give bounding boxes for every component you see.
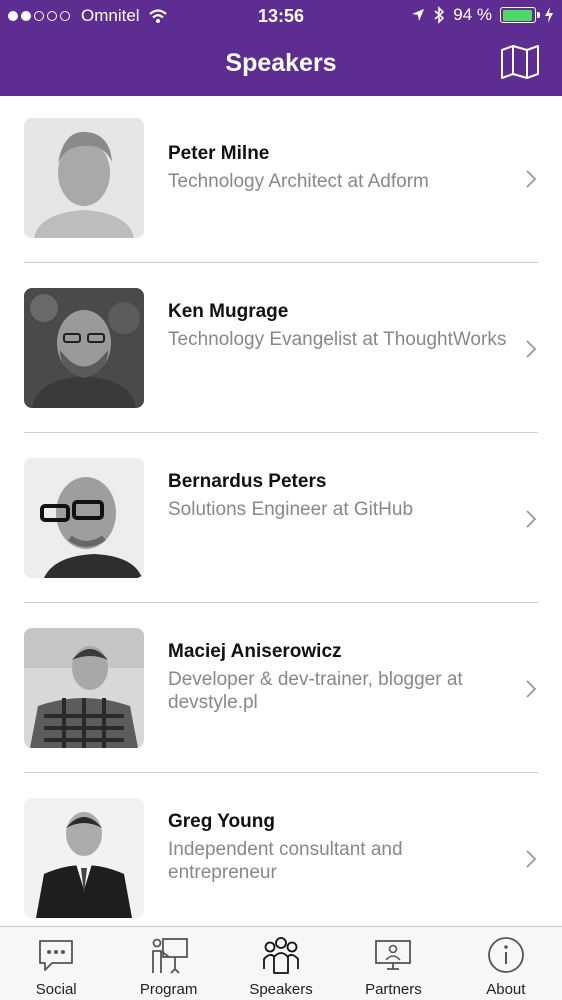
speaker-photo <box>24 288 144 408</box>
speaker-name: Maciej Aniserowicz <box>168 641 342 662</box>
row-divider <box>24 432 538 433</box>
chevron-right-icon <box>526 850 537 868</box>
tab-label: Program <box>139 981 198 998</box>
speaker-row[interactable]: Peter Milne Technology Architect at Adfo… <box>0 96 562 266</box>
tab-label: Partners <box>365 981 422 998</box>
row-divider <box>24 262 538 263</box>
speaker-role: Solutions Engineer at GitHub <box>168 499 414 520</box>
speaker-photo <box>24 798 144 918</box>
speaker-info: Ken Mugrage Technology Evangelist at Tho… <box>168 300 508 351</box>
speaker-photo <box>24 458 144 578</box>
map-icon[interactable] <box>500 44 540 80</box>
partners-monitor-icon <box>375 940 412 970</box>
speaker-role: Independent consultant and entrepreneur <box>168 839 403 883</box>
tab-bar: Social Program Speakers Partners About <box>0 926 562 1000</box>
speaker-name: Ken Mugrage <box>168 301 289 322</box>
tab-program[interactable]: Program <box>112 927 224 1000</box>
navigation-bar: Speakers <box>0 32 562 96</box>
status-bar: Omnitel 13:56 94 % <box>0 0 562 32</box>
speakers-list[interactable]: Peter Milne Technology Architect at Adfo… <box>0 96 562 926</box>
tab-partners[interactable]: Partners <box>337 927 449 1000</box>
speaker-name: Greg Young <box>168 811 275 832</box>
speaker-row[interactable]: Ken Mugrage Technology Evangelist at Tho… <box>0 266 562 436</box>
status-right: 94 % <box>403 5 554 25</box>
bluetooth-icon <box>434 6 445 24</box>
speaker-row[interactable]: Greg Young Independent consultant and en… <box>0 776 562 926</box>
row-divider <box>24 602 538 603</box>
tab-social[interactable]: Social <box>0 927 112 1000</box>
speaker-info: Maciej Aniserowicz Developer & dev-train… <box>168 640 508 714</box>
chevron-right-icon <box>526 340 537 358</box>
tab-label: Speakers <box>249 981 313 998</box>
speaker-photo <box>24 118 144 238</box>
info-icon <box>487 937 524 973</box>
people-icon <box>263 937 299 974</box>
location-arrow-icon <box>412 9 425 21</box>
battery-percent: 94 % <box>453 5 492 24</box>
chevron-right-icon <box>526 510 537 528</box>
page-title: Speakers <box>225 49 337 77</box>
tab-label: Social <box>35 981 77 998</box>
tab-about[interactable]: About <box>450 927 562 1000</box>
speaker-role: Technology Evangelist at ThoughtWorks <box>168 329 507 350</box>
speaker-role: Technology Architect at Adform <box>168 171 429 192</box>
tab-label: About <box>486 981 526 998</box>
speaker-info: Peter Milne Technology Architect at Adfo… <box>168 142 508 193</box>
speaker-photo <box>24 628 144 748</box>
speaker-info: Bernardus Peters Solutions Engineer at G… <box>168 470 508 521</box>
speaker-role: Developer & dev-trainer, blogger at devs… <box>168 669 463 713</box>
battery-level <box>502 9 532 21</box>
tab-speakers[interactable]: Speakers <box>225 927 337 1000</box>
speaker-name: Peter Milne <box>168 143 270 164</box>
battery-icon <box>500 7 540 23</box>
charging-bolt-icon <box>545 7 553 23</box>
chevron-right-icon <box>526 170 537 188</box>
presentation-icon <box>151 938 188 974</box>
speaker-info: Greg Young Independent consultant and en… <box>168 810 508 884</box>
chat-bubble-icon <box>39 940 74 971</box>
speaker-name: Bernardus Peters <box>168 471 327 492</box>
speaker-row[interactable]: Bernardus Peters Solutions Engineer at G… <box>0 436 562 606</box>
speaker-row[interactable]: Maciej Aniserowicz Developer & dev-train… <box>0 606 562 776</box>
row-divider <box>24 772 538 773</box>
chevron-right-icon <box>526 680 537 698</box>
